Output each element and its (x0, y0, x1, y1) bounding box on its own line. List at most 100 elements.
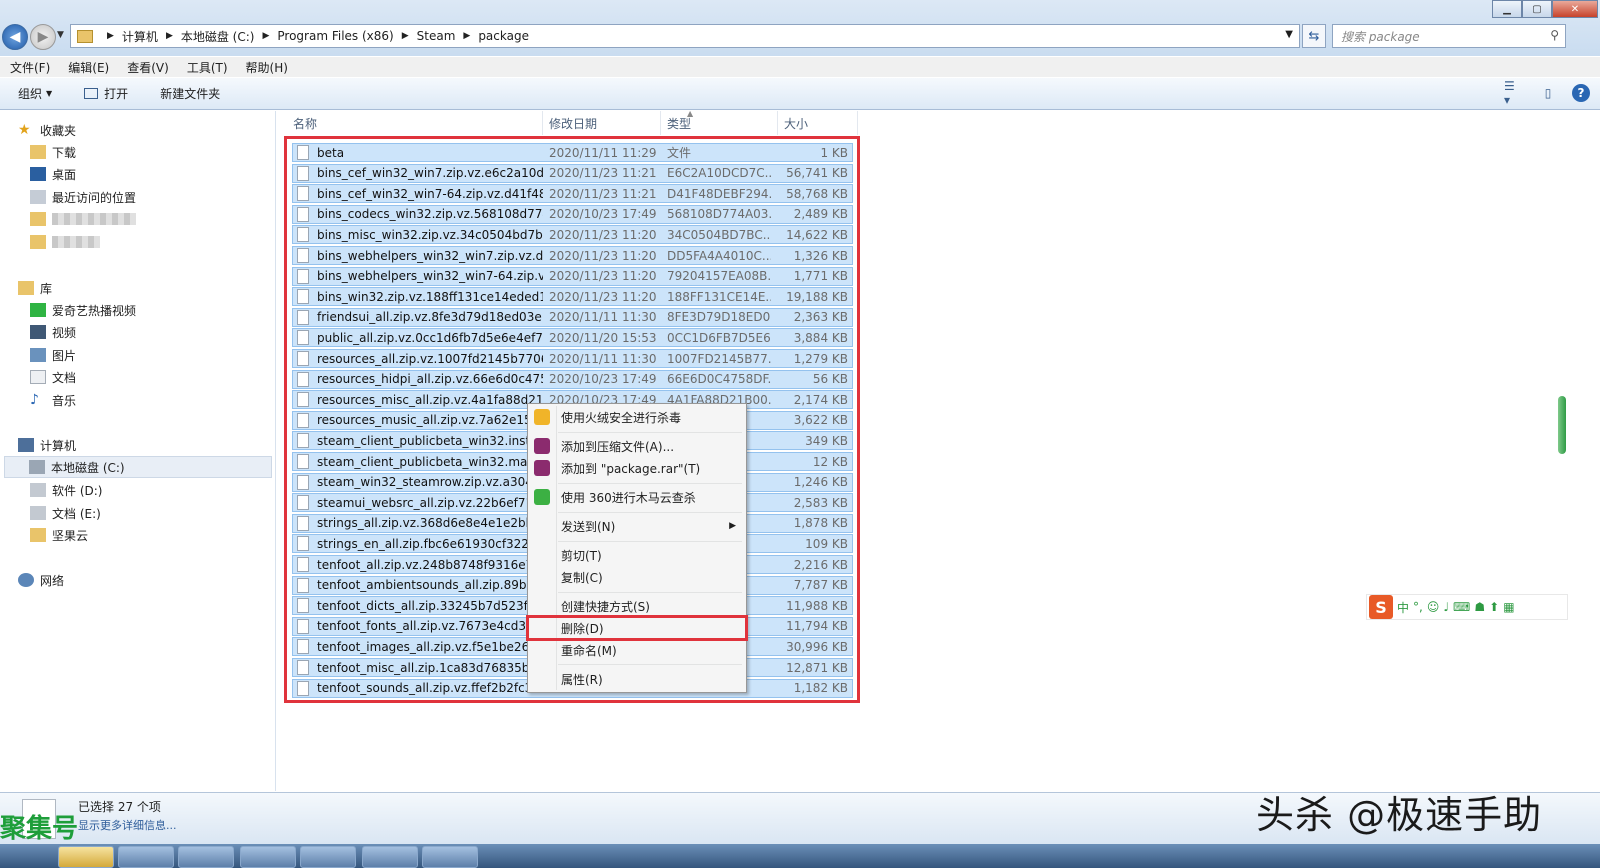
refresh-button[interactable]: ⇆ (1302, 24, 1326, 48)
new-folder-button[interactable]: 新建文件夹 (142, 85, 234, 102)
taskbar-button[interactable] (118, 846, 174, 868)
nav-item-iqiyi[interactable]: 爱奇艺热播视频 (30, 299, 304, 321)
context-menu-item[interactable]: 使用火绒安全进行杀毒 (530, 406, 744, 428)
breadcrumb-item[interactable]: Program Files (x86) (277, 29, 393, 43)
taskbar-button[interactable] (362, 846, 418, 868)
taskbar-button[interactable] (58, 846, 114, 868)
keyboard-icon[interactable]: ⌨ (1453, 600, 1470, 614)
show-details-link[interactable]: 显示更多详细信息... (78, 817, 177, 833)
nav-label: 桌面 (52, 167, 77, 182)
scroll-grip[interactable] (1558, 396, 1566, 454)
360-icon (534, 489, 550, 505)
nav-libraries[interactable]: 库 (18, 277, 292, 299)
context-menu-label: 发送到(N) (561, 519, 616, 534)
context-menu-item[interactable]: 重命名(M) (530, 639, 744, 661)
context-menu-item[interactable]: 复制(C) (530, 566, 744, 588)
skin-icon[interactable]: ⬆ (1489, 600, 1499, 614)
nav-label: 文档 (E:) (52, 506, 101, 521)
context-menu-item[interactable]: 剪切(T) (530, 544, 744, 566)
context-menu-label: 创建快捷方式(S) (561, 599, 650, 614)
forward-button[interactable]: ▶ (30, 24, 56, 50)
menu-help[interactable]: 帮助(H) (236, 59, 296, 76)
context-menu-item[interactable]: 添加到 "package.rar"(T) (530, 457, 744, 479)
context-menu-item[interactable]: 添加到压缩文件(A)... (530, 435, 744, 457)
nav-item-blurred[interactable] (30, 208, 304, 230)
nav-item-documents[interactable]: 文档 (30, 366, 304, 388)
context-menu-separator (558, 512, 742, 513)
nav-item-jianguoyun[interactable]: 坚果云 (30, 524, 304, 546)
nav-item-videos[interactable]: 视频 (30, 321, 304, 343)
taskbar-button[interactable] (178, 846, 234, 868)
folder-icon (30, 212, 46, 226)
view-options-icon[interactable]: ☰ ▾ (1504, 79, 1524, 107)
huorong-icon (534, 409, 550, 425)
context-menu-item[interactable]: 发送到(N) ▶ (530, 515, 744, 537)
nav-item-downloads[interactable]: 下载 (30, 141, 304, 163)
user-icon[interactable]: ☗ (1474, 600, 1485, 614)
taskbar-button[interactable] (422, 846, 478, 868)
nav-item-pictures[interactable]: 图片 (30, 344, 304, 366)
context-menu-item[interactable]: 创建快捷方式(S) (530, 595, 744, 617)
nav-item-drive-e[interactable]: 文档 (E:) (30, 502, 304, 524)
sogou-logo-icon: S (1369, 595, 1393, 619)
nav-favorites[interactable]: ★ 收藏夹 (18, 119, 292, 141)
nav-item-drive-d[interactable]: 软件 (D:) (30, 479, 304, 501)
column-name[interactable]: 名称 (287, 111, 543, 135)
desktop-icon (30, 167, 46, 181)
maximize-button[interactable]: ▢ (1522, 0, 1552, 18)
taskbar-button[interactable] (300, 846, 356, 868)
search-input[interactable]: 搜索 package ⚲ (1332, 24, 1566, 48)
help-icon[interactable]: ? (1572, 84, 1590, 102)
address-dropdown-icon[interactable]: ▼ (1285, 29, 1293, 40)
column-date[interactable]: 修改日期 (543, 111, 661, 135)
close-button[interactable]: ✕ (1552, 0, 1598, 18)
library-icon (18, 281, 34, 295)
microphone-icon[interactable]: ♩ (1443, 600, 1449, 614)
open-button[interactable]: 打开 (66, 85, 142, 102)
context-menu-item[interactable]: 使用 360进行木马云查杀 (530, 486, 744, 508)
delete-highlight-box (526, 615, 748, 641)
nav-item-blurred[interactable] (30, 231, 304, 253)
history-dropdown-icon[interactable]: ▼ (57, 30, 64, 40)
document-icon (30, 370, 46, 384)
nav-network[interactable]: 网络 (18, 569, 292, 591)
organize-button[interactable]: 组织 ▼ (0, 85, 66, 102)
nav-item-music[interactable]: ♪ 音乐 (30, 389, 304, 411)
breadcrumb-item[interactable]: 计算机 (122, 28, 158, 45)
taskbar-button[interactable] (240, 846, 296, 868)
submenu-arrow-icon: ▶ (729, 521, 736, 531)
nav-label: 软件 (D:) (52, 483, 103, 498)
context-menu-separator (558, 541, 742, 542)
nav-computer[interactable]: 计算机 (18, 434, 292, 456)
menu-tools[interactable]: 工具(T) (177, 59, 236, 76)
minimize-button[interactable]: ▁ (1492, 0, 1522, 18)
context-menu-item[interactable]: 属性(R) (530, 668, 744, 690)
ime-mode[interactable]: 中 (1397, 599, 1409, 616)
breadcrumb-item[interactable]: package (478, 29, 529, 43)
breadcrumb-item[interactable]: Steam (417, 29, 456, 43)
nav-label: 文档 (52, 370, 77, 385)
window-controls: ▁ ▢ ✕ (1492, 0, 1598, 18)
drive-icon (30, 483, 46, 497)
nav-item-desktop[interactable]: 桌面 (30, 163, 304, 185)
punctuation-icon[interactable]: °, (1413, 600, 1423, 614)
ime-toolbar[interactable]: S 中 °, ☺ ♩ ⌨ ☗ ⬆ ▦ (1366, 594, 1568, 620)
nav-item-recent[interactable]: 最近访问的位置 (30, 186, 304, 208)
column-size[interactable]: 大小 (778, 111, 858, 135)
grid-icon[interactable]: ▦ (1503, 600, 1514, 614)
menu-edit[interactable]: 编辑(E) (58, 59, 117, 76)
address-bar[interactable]: ▶ 计算机 ▶ 本地磁盘 (C:) ▶ Program Files (x86) ▶ St… (70, 24, 1300, 48)
nav-label: 本地磁盘 (C:) (51, 460, 125, 475)
search-icon[interactable]: ⚲ (1550, 28, 1559, 42)
picture-icon (30, 348, 46, 362)
emoji-icon[interactable]: ☺ (1427, 600, 1440, 614)
preview-pane-icon[interactable]: ▯ (1538, 84, 1558, 102)
back-button[interactable]: ◀ (2, 24, 28, 50)
nav-item-drive-c[interactable]: 本地磁盘 (C:) (4, 456, 272, 478)
menu-file[interactable]: 文件(F) (0, 59, 58, 76)
menu-view[interactable]: 查看(V) (117, 59, 177, 76)
open-label: 打开 (104, 87, 129, 101)
breadcrumb-item[interactable]: 本地磁盘 (C:) (181, 28, 255, 45)
column-type[interactable]: 类型 (661, 111, 778, 135)
context-menu-label: 使用 360进行木马云查杀 (561, 490, 696, 505)
